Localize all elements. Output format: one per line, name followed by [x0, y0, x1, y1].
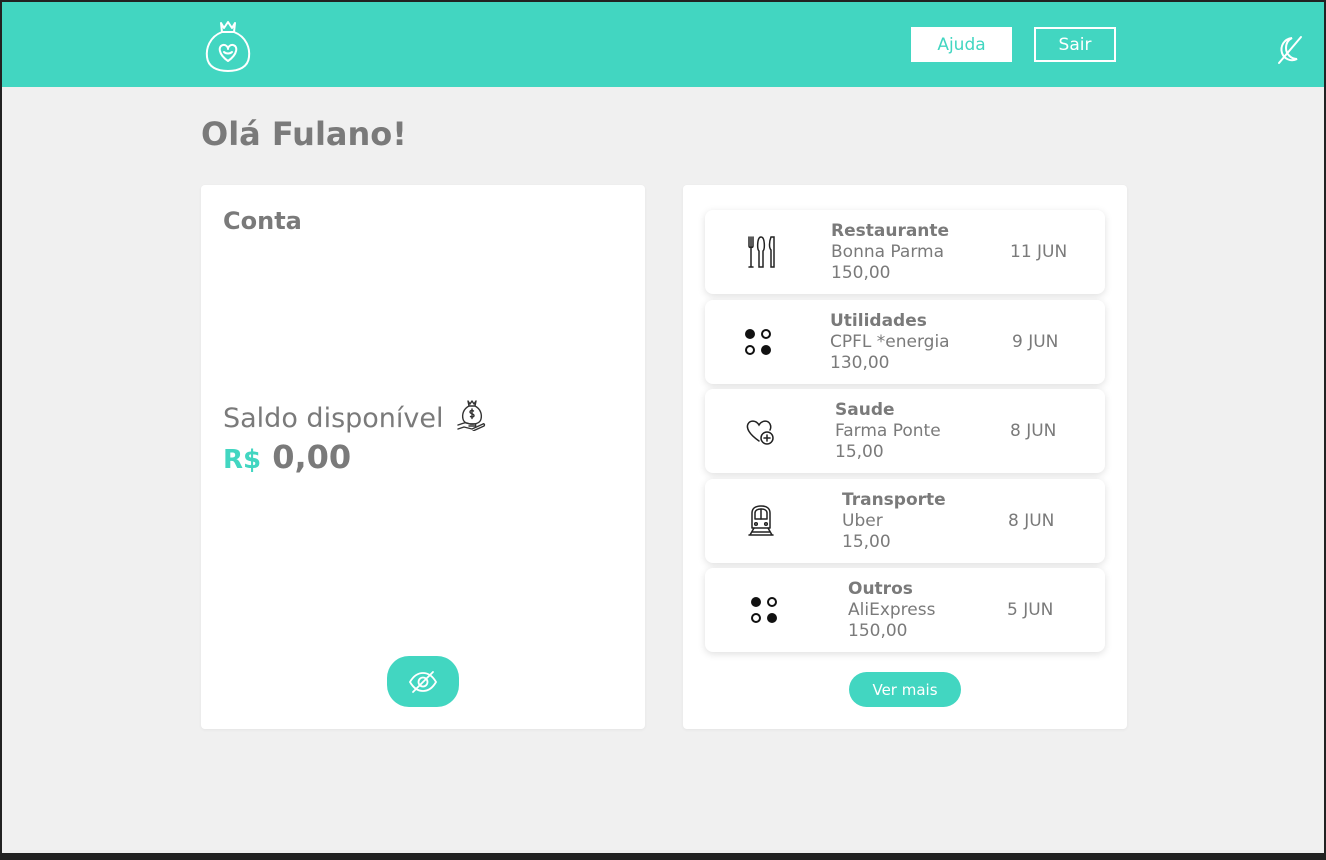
transaction-merchant: Bonna Parma — [831, 242, 945, 262]
train-icon — [748, 505, 774, 536]
dots-icon — [751, 597, 777, 623]
transaction-date: 9 JUN — [1012, 332, 1059, 352]
transaction-value: 150,00 — [831, 263, 891, 283]
app-window: Ajuda Sair Olá Fulano! Conta Saldo dispo… — [2, 2, 1324, 853]
balance-label: Saldo disponível — [223, 403, 444, 434]
transaction-category: Saude — [835, 400, 895, 420]
transaction-date: 5 JUN — [1007, 600, 1054, 620]
transaction-value: 15,00 — [835, 442, 884, 462]
balance-amount-row: R$ 0,00 — [223, 438, 351, 476]
transaction-value: 15,00 — [842, 532, 891, 552]
transaction-item[interactable]: Restaurante Bonna Parma 150,00 11 JUN — [705, 210, 1105, 294]
transaction-details: Restaurante Bonna Parma 150,00 — [831, 221, 949, 284]
cutlery-icon — [748, 236, 775, 268]
transaction-date: 8 JUN — [1010, 421, 1057, 441]
top-navbar: Ajuda Sair — [2, 2, 1324, 87]
theme-toggle-icon[interactable] — [1274, 34, 1306, 66]
account-title: Conta — [223, 207, 302, 235]
transaction-item[interactable]: Saude Farma Ponte 15,00 8 JUN — [705, 389, 1105, 473]
utilities-icon — [745, 329, 771, 355]
balance-label-row: Saldo disponível — [223, 399, 486, 434]
transaction-date: 11 JUN — [1010, 242, 1068, 262]
help-button[interactable]: Ajuda — [911, 27, 1012, 62]
transaction-value: 130,00 — [830, 353, 890, 373]
transaction-merchant: CPFL *energia — [830, 332, 950, 352]
transaction-details: Transporte Uber 15,00 — [842, 490, 946, 553]
transaction-merchant: Farma Ponte — [835, 421, 941, 441]
transaction-date: 8 JUN — [1008, 511, 1055, 531]
transaction-category: Outros — [848, 579, 913, 599]
transaction-merchant: Uber — [842, 511, 883, 531]
see-more-button[interactable]: Ver mais — [849, 672, 961, 707]
health-icon — [746, 420, 774, 445]
transaction-merchant: AliExpress — [848, 600, 936, 620]
money-bag-logo-icon[interactable] — [205, 19, 251, 73]
transactions-card: Restaurante Bonna Parma 150,00 11 JUN Ut… — [683, 185, 1127, 729]
transaction-category: Utilidades — [830, 311, 927, 331]
transaction-details: Outros AliExpress 150,00 — [848, 579, 935, 642]
money-bag-hand-icon — [457, 400, 486, 431]
toggle-balance-visibility-button[interactable] — [387, 656, 459, 707]
transaction-item[interactable]: Transporte Uber 15,00 8 JUN — [705, 479, 1105, 563]
currency-symbol: R$ — [223, 445, 262, 475]
logout-button[interactable]: Sair — [1034, 27, 1116, 62]
balance-amount: 0,00 — [272, 438, 352, 476]
eye-off-icon — [408, 670, 438, 693]
transaction-category: Restaurante — [831, 221, 950, 241]
account-card: Conta Saldo disponível R$ 0,00 — [201, 185, 645, 729]
greeting-heading: Olá Fulano! — [201, 115, 407, 153]
transaction-category: Transporte — [842, 490, 946, 510]
transaction-item[interactable]: Utilidades CPFL *energia 130,00 9 JUN — [705, 300, 1105, 384]
transaction-value: 150,00 — [848, 621, 908, 641]
transaction-item[interactable]: Outros AliExpress 150,00 5 JUN — [705, 568, 1105, 652]
transaction-details: Saude Farma Ponte 15,00 — [835, 400, 941, 463]
transaction-details: Utilidades CPFL *energia 130,00 — [830, 311, 950, 374]
